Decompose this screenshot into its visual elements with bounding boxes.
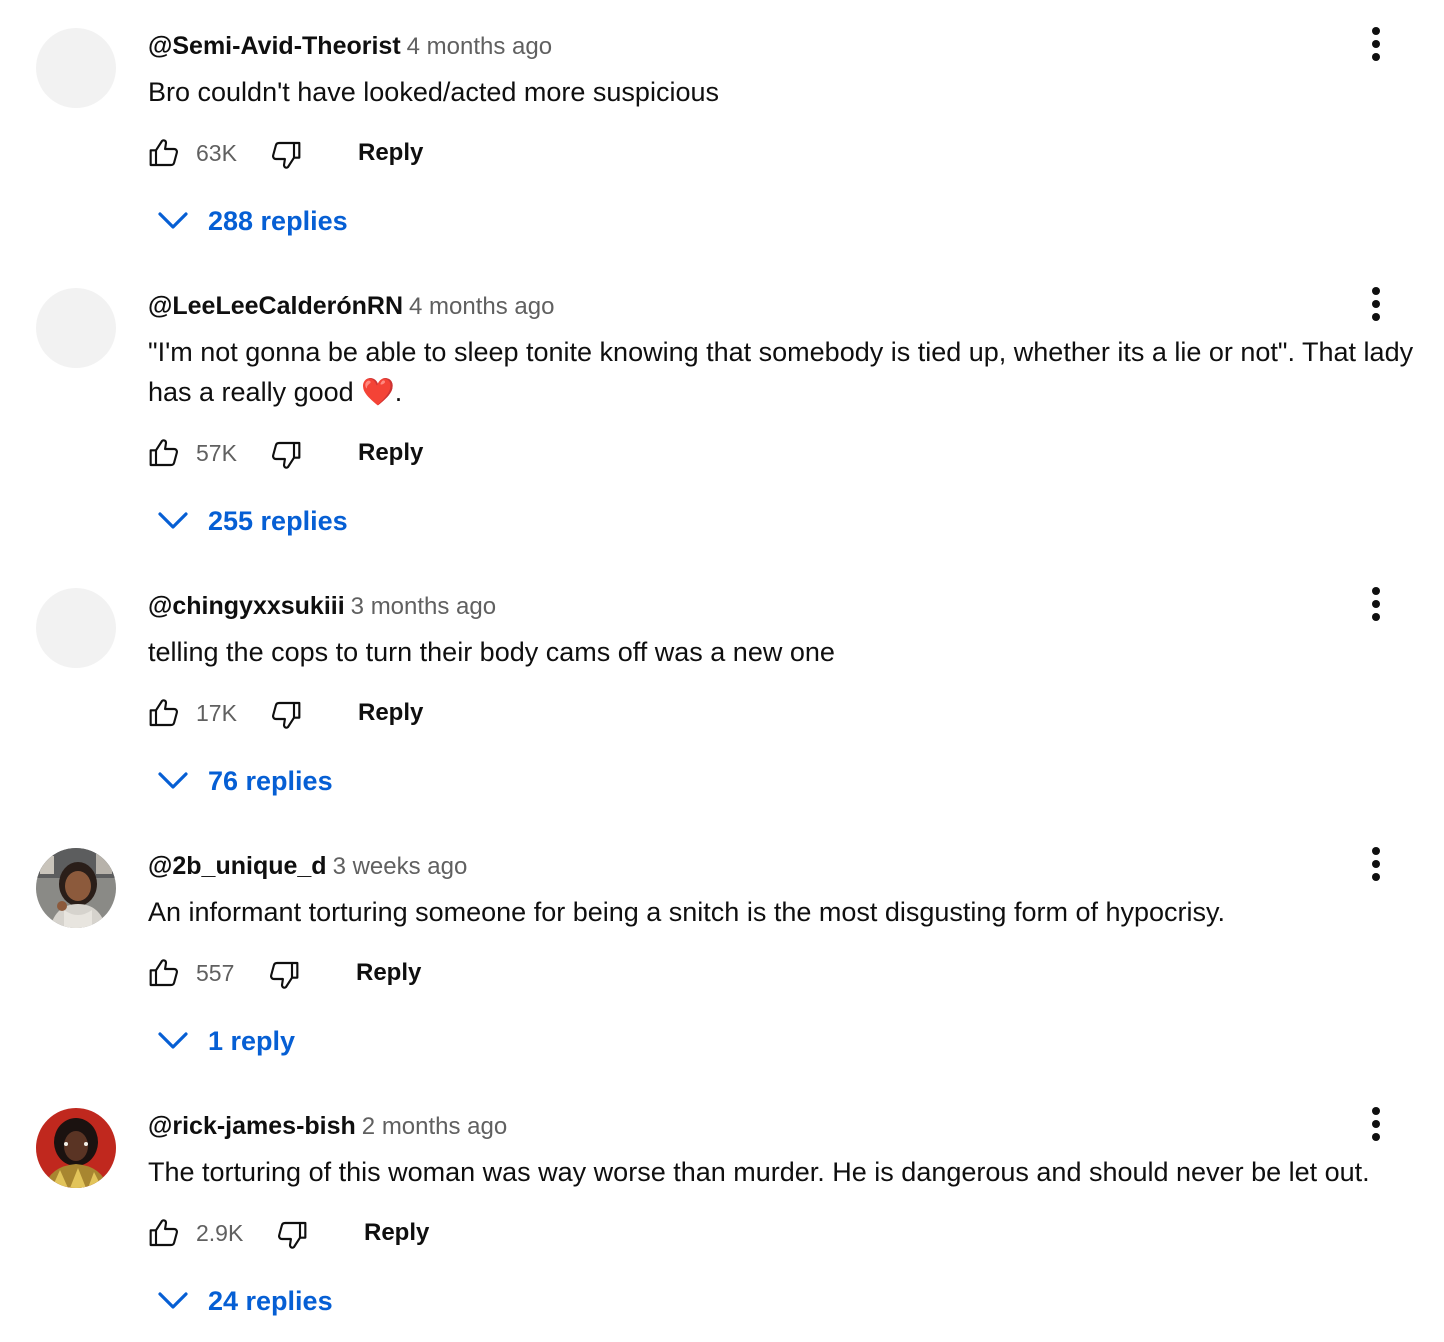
thumbs-up-icon[interactable] [148,137,180,169]
chevron-down-icon [158,512,188,529]
comment-header: @LeeLeeCalderónRN 4 months ago [148,288,554,324]
comment-text: The torturing of this woman was way wors… [148,1157,1370,1187]
replies-count-label: 288 replies [208,206,348,236]
thumbs-down-icon[interactable] [276,1219,308,1251]
like-count: 2.9K [196,1220,244,1246]
reply-button[interactable]: Reply [364,1213,429,1253]
comment-time[interactable]: 4 months ago [407,33,552,60]
comment-header: @chingyxxsukiii 3 months ago [148,588,496,624]
chevron-down-icon [158,212,188,229]
reply-button[interactable]: Reply [358,433,423,473]
avatar[interactable] [36,28,116,108]
reply-button[interactable]: Reply [358,133,423,173]
replies-count-label: 24 replies [208,1286,333,1316]
comment-header: @2b_unique_d 3 weeks ago [148,848,467,884]
comment-text: "I'm not gonna be able to sleep tonite k… [148,332,1418,413]
comment-time[interactable]: 3 weeks ago [333,853,468,880]
more-vert-icon[interactable] [1356,24,1396,64]
avatar[interactable] [36,588,116,668]
author-name[interactable]: @Semi-Avid-Theorist [148,32,401,60]
thumbs-down-icon[interactable] [270,439,302,471]
avatar[interactable] [36,848,116,928]
comment-time[interactable]: 2 months ago [362,1113,507,1140]
comment-text-body: "I'm not gonna be able to sleep tonite k… [148,337,1414,407]
comment-text: telling the cops to turn their body cams… [148,637,835,667]
thumbs-down-icon[interactable] [268,959,300,991]
chevron-down-icon [158,1032,188,1049]
comment-text: An informant torturing someone for being… [148,897,1226,927]
like-count: 63K [196,140,237,166]
more-vert-icon[interactable] [1356,584,1396,624]
comment-text-suffix: . [394,377,403,407]
author-name[interactable]: @LeeLeeCalderónRN [148,292,403,320]
chevron-down-icon [158,1292,188,1309]
more-vert-icon[interactable] [1356,1104,1396,1144]
thumbs-up-icon[interactable] [148,957,180,989]
comment-header: @rick-james-bish 2 months ago [148,1108,507,1144]
thumbs-up-icon[interactable] [148,697,180,729]
avatar[interactable] [36,288,116,368]
thumbs-up-icon[interactable] [148,1217,180,1249]
replies-count-label: 255 replies [208,506,348,536]
replies-count-label: 76 replies [208,766,333,796]
author-name[interactable]: @chingyxxsukiii [148,592,345,620]
thumbs-down-icon[interactable] [270,699,302,731]
more-vert-icon[interactable] [1356,844,1396,884]
avatar-photo-icon [36,1108,116,1188]
comment-header: @Semi-Avid-Theorist 4 months ago [148,28,552,64]
like-count: 57K [196,440,237,466]
avatar-photo-icon [36,848,116,928]
reply-button[interactable]: Reply [358,693,423,733]
comment-time[interactable]: 3 months ago [351,593,496,620]
like-count: 557 [196,960,235,986]
author-name[interactable]: @rick-james-bish [148,1112,356,1140]
thumbs-up-icon[interactable] [148,437,180,469]
avatar[interactable] [36,1108,116,1188]
heart-emoji-icon: ❤️ [361,377,395,408]
thumbs-down-icon[interactable] [270,139,302,171]
chevron-down-icon [158,772,188,789]
reply-button[interactable]: Reply [356,953,421,993]
comment-text: Bro couldn't have looked/acted more susp… [148,77,719,107]
more-vert-icon[interactable] [1356,284,1396,324]
comment-time[interactable]: 4 months ago [409,293,554,320]
replies-count-label: 1 reply [208,1026,296,1056]
like-count: 17K [196,700,237,726]
author-name[interactable]: @2b_unique_d [148,852,327,880]
